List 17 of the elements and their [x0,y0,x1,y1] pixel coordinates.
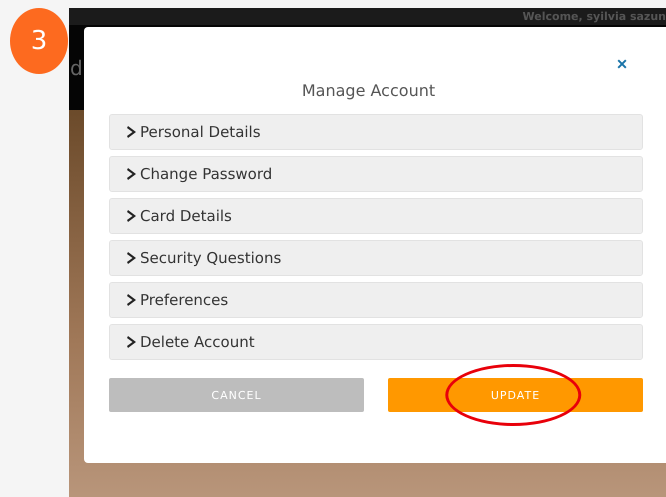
chevron-icon [126,125,138,139]
logo-text: d [70,56,83,80]
accordion-item[interactable]: Delete Account [109,324,643,360]
modal-title: Manage Account [302,81,436,100]
close-button[interactable]: × [615,57,629,71]
accordion-item[interactable]: Preferences [109,282,643,318]
welcome-text: Welcome, syilvia sazun [522,10,666,23]
accordion-item[interactable]: Personal Details [109,114,643,150]
chevron-icon [126,251,138,265]
chevron-icon [126,293,138,307]
step-badge: 3 [10,8,68,74]
chevron-icon [126,167,138,181]
chevron-icon [126,209,138,223]
accordion-item[interactable]: Change Password [109,156,643,192]
chevron-icon [126,335,138,349]
accordion-item[interactable]: Card Details [109,198,643,234]
accordion-item[interactable]: Security Questions [109,240,643,276]
